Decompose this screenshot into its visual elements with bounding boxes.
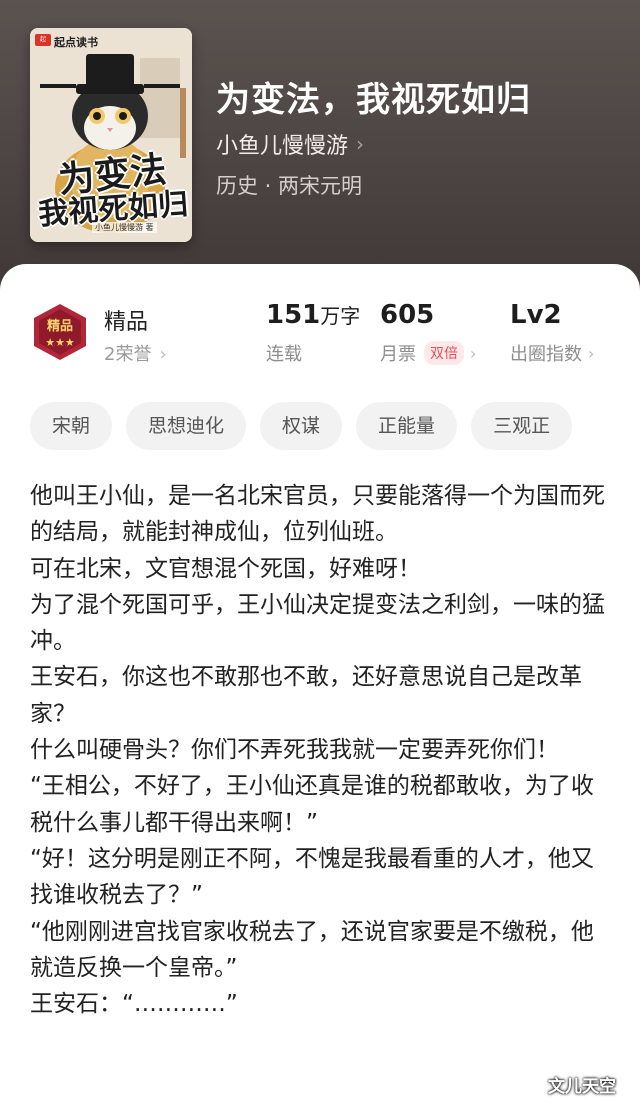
influence-index-stat[interactable]: Lv2 出圈指数 ›: [510, 300, 594, 366]
word-count-value: 151: [266, 300, 321, 330]
svg-text:★★★: ★★★: [45, 336, 75, 349]
watermark: 文儿天空: [548, 1077, 616, 1097]
influence-index-label: 出圈指数: [510, 344, 582, 365]
description-paragraph: 王安石，你这也不敢那也不敢，还好意思说自己是改革家？: [30, 664, 582, 727]
book-info-card: 精品 ★★★ 精品 2荣誉 › 151万字 连载 605 月票 双倍 › Lv2 …: [0, 264, 640, 1108]
chevron-right-icon: ›: [356, 132, 365, 156]
description-paragraph: 他叫王小仙，是一名北宋官员，只要能落得一个为国而死的结局，就能封神成仙，位列仙班…: [30, 483, 605, 546]
tag-chip[interactable]: 思想迪化: [126, 402, 247, 450]
word-count-stat: 151万字 连载: [266, 300, 360, 366]
description-paragraph: 王安石：“…………”: [30, 991, 238, 1018]
influence-index-value: Lv2: [510, 300, 562, 330]
description-paragraph: 为了混个死国可乎，王小仙决定提变法之利剑，一味的猛冲。: [30, 591, 605, 655]
book-cover[interactable]: 起 起点读书 为变法 我视死如归 小鱼儿慢慢游 著: [30, 28, 192, 242]
tag-chip[interactable]: 三观正: [471, 402, 573, 450]
description-paragraph: “好！这分明是刚正不阿，不愧是我最看重的人才，他又找谁收税去了？”: [30, 845, 594, 909]
description-paragraph: “他刚刚进宫找官家收税去了，还说官家要是不缴税，他就造反换一个皇帝。”: [30, 918, 594, 981]
double-badge: 双倍: [424, 341, 464, 365]
cover-author: 小鱼儿慢慢游 著: [92, 222, 157, 233]
cover-brand: 起点读书: [54, 36, 98, 49]
honors-link[interactable]: 2荣誉 ›: [104, 340, 167, 366]
description-paragraph: “王相公，不好了，王小仙还真是谁的税都敢收，为了收税什么事儿都干得出来啊！”: [30, 773, 594, 836]
quality-badge-icon[interactable]: 精品 ★★★: [30, 302, 90, 362]
tag-chip[interactable]: 权谋: [260, 402, 343, 450]
tag-list: 宋朝 思想迪化 权谋 正能量 三观正: [30, 402, 573, 450]
honors-count: 2荣誉: [104, 344, 152, 365]
tag-chip[interactable]: 宋朝: [30, 402, 113, 450]
book-title: 为变法，我视死如归: [216, 80, 531, 120]
chevron-right-icon: ›: [470, 343, 477, 363]
chevron-right-icon: ›: [588, 343, 595, 363]
qidian-logo-icon: 起: [35, 34, 51, 46]
book-genre[interactable]: 历史 · 两宋元明: [216, 170, 362, 200]
serial-status: 连载: [266, 344, 302, 365]
book-description: 他叫王小仙，是一名北宋官员，只要能落得一个为国而死的结局，就能封神成仙，位列仙班…: [30, 478, 610, 1022]
description-paragraph: 什么叫硬骨头？你们不弄死我我就一定要弄死你们！: [30, 737, 559, 764]
svg-text:精品: 精品: [47, 318, 73, 334]
monthly-ticket-label: 月票: [380, 344, 416, 365]
author-name: 小鱼儿慢慢游: [216, 134, 349, 159]
monthly-ticket-stat[interactable]: 605 月票 双倍 ›: [380, 300, 476, 366]
monthly-ticket-value: 605: [380, 300, 435, 330]
tag-chip[interactable]: 正能量: [356, 402, 458, 450]
description-paragraph: 可在北宋，文官想混个死国，好难呀！: [30, 555, 421, 582]
book-header: 起 起点读书 为变法 我视死如归 小鱼儿慢慢游 著 为变法，我视死如归 小鱼儿慢…: [0, 0, 640, 290]
author-link[interactable]: 小鱼儿慢慢游 ›: [216, 128, 364, 160]
badge-label: 精品: [104, 310, 149, 335]
word-count-unit: 万字: [320, 304, 361, 328]
chevron-right-icon: ›: [159, 344, 167, 365]
